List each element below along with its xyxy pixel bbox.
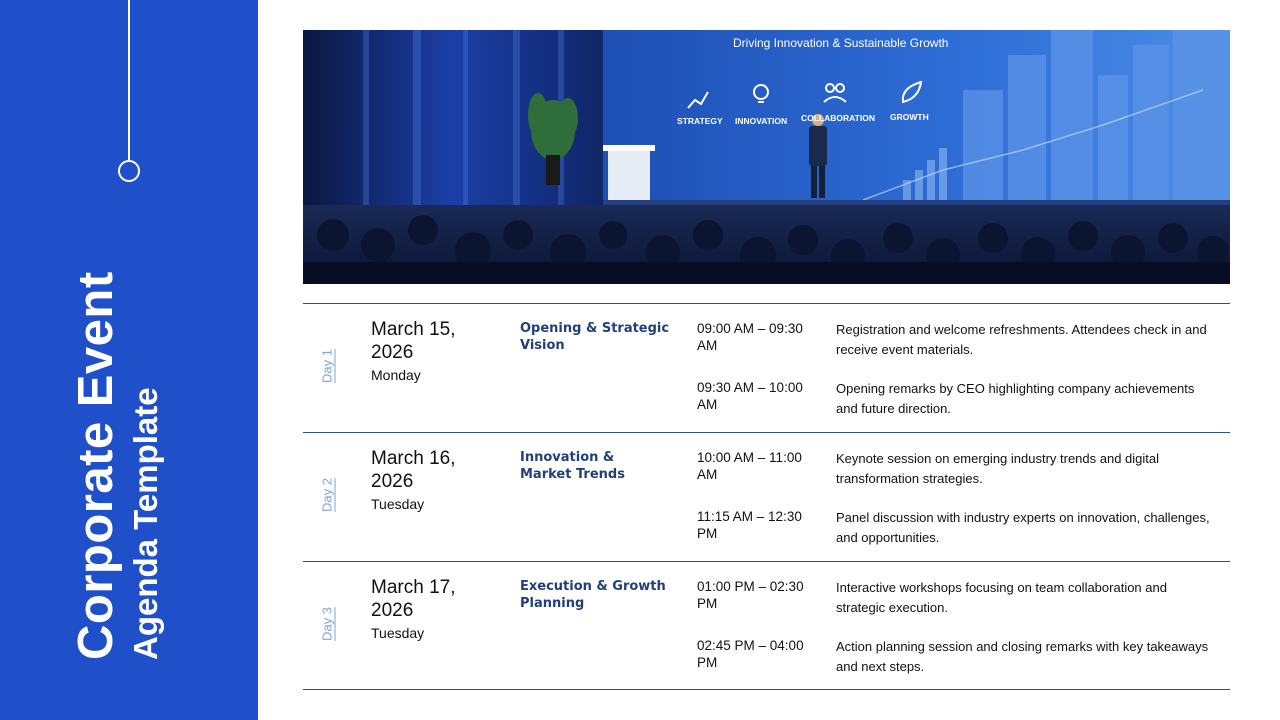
day-date: March 17, 2026	[371, 577, 456, 621]
title-line-1: Corporate Event	[69, 271, 123, 660]
session-description: Keynote session on emerging industry tre…	[836, 451, 1160, 486]
decorative-ring	[118, 160, 140, 182]
screen-label-strategy: STRATEGY	[677, 116, 723, 126]
session-description: Panel discussion with industry experts o…	[836, 510, 1210, 545]
day-label[interactable]: Day 2	[319, 455, 335, 535]
session-description: Interactive workshops focusing on team c…	[836, 580, 1167, 615]
sidebar-band: Corporate Event Agenda Template	[0, 0, 258, 720]
screen-label-collaboration: COLLABORATION	[801, 113, 875, 123]
conference-scene	[303, 30, 1230, 284]
screen-label-growth: GROWTH	[890, 112, 929, 122]
day-weekday: Tuesday	[371, 496, 425, 512]
decorative-line	[128, 0, 130, 160]
day-date: March 15, 2026	[371, 319, 456, 363]
day-topic: Execution & Growth Planning	[520, 579, 666, 611]
agenda-row-day-2: Day 2 March 16, 2026 Tuesday Innovation …	[303, 433, 1230, 562]
session-time: 09:00 AM – 09:30 AM	[697, 321, 803, 353]
session-time: 01:00 PM – 02:30 PM	[697, 579, 804, 611]
agenda-row-day-3: Day 3 March 17, 2026 Tuesday Execution &…	[303, 562, 1230, 691]
divider	[303, 689, 1230, 690]
page-title: Corporate Event Agenda Template	[69, 271, 166, 660]
day-weekday: Tuesday	[371, 625, 425, 641]
day-topic: Opening & Strategic Vision	[520, 321, 670, 353]
session-description: Opening remarks by CEO highlighting comp…	[836, 381, 1195, 416]
session-description: Registration and welcome refreshments. A…	[836, 322, 1207, 357]
session-time: 10:00 AM – 11:00 AM	[697, 450, 802, 482]
session-time: 02:45 PM – 04:00 PM	[697, 638, 804, 670]
day-date: March 16, 2026	[371, 448, 456, 492]
day-weekday: Monday	[371, 367, 421, 383]
session-description: Action planning session and closing rema…	[836, 639, 1209, 674]
session-time: 11:15 AM – 12:30 PM	[697, 509, 802, 541]
hero-photo: Driving Innovation & Sustainable Growth …	[303, 30, 1230, 284]
screen-tagline: Driving Innovation & Sustainable Growth	[733, 36, 949, 50]
agenda-row-day-1: Day 1 March 15, 2026 Monday Opening & St…	[303, 304, 1230, 433]
title-line-2: Agenda Template	[127, 387, 164, 660]
day-label[interactable]: Day 3	[319, 584, 335, 664]
session-time: 09:30 AM – 10:00 AM	[697, 380, 803, 412]
day-label[interactable]: Day 1	[319, 326, 335, 406]
day-topic: Innovation & Market Trends	[520, 450, 625, 482]
screen-label-innovation: INNOVATION	[735, 116, 788, 126]
